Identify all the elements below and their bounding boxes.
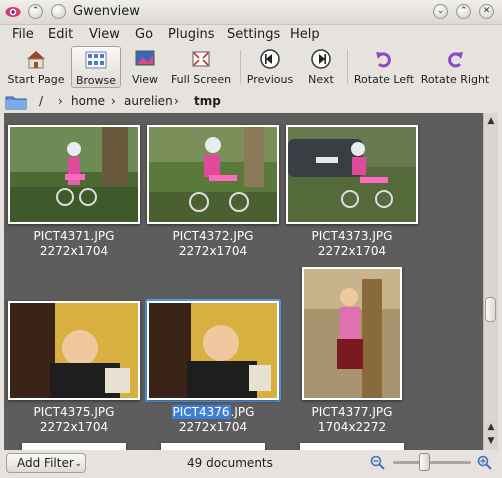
breadcrumb-aurelien[interactable]: aurelien [124,94,173,108]
thumbnail-image[interactable] [8,125,140,224]
minimize-button[interactable]: ⌄ [433,4,448,19]
start-page-button[interactable]: Start Page [6,46,66,88]
file-name-extension: .JPG [230,405,255,419]
image-size: 2272x1704 [39,244,109,258]
chevron-right-icon: › [58,94,63,108]
full-screen-button[interactable]: Full Screen [170,46,232,88]
image-size: 2272x1704 [178,420,248,434]
thumbnail-image[interactable] [22,443,126,450]
breadcrumb-tmp[interactable]: tmp [194,94,221,108]
title-bar: ⌃ Gwenview ⌄ ⌃ ✕ [0,0,502,25]
menu-view[interactable]: View [89,27,120,42]
image-view-icon [135,50,155,66]
zoom-in-icon[interactable] [477,455,493,471]
thumbnail-caption: PICT4375.JPG 2272x1704 [4,405,144,435]
add-filter-button[interactable]: Add Filter ⌄ [6,453,86,473]
menu-edit[interactable]: Edit [48,27,73,42]
grid-icon [85,51,107,69]
thumbnail-image-selected[interactable] [147,301,279,400]
thumbnail-caption: PICT4371.JPG 2272x1704 [4,229,144,259]
menu-settings[interactable]: Settings [227,27,280,42]
window-title: Gwenview [73,4,140,19]
rotate-right-button[interactable]: Rotate Right [421,46,489,88]
vertical-scrollbar[interactable]: ▲ ▲ ▼ [483,113,498,450]
menu-go[interactable]: Go [135,27,153,42]
view-button[interactable]: View [126,46,164,88]
previous-icon [260,49,280,69]
menu-help[interactable]: Help [290,27,320,42]
image-size: 2272x1704 [39,420,109,434]
thumbnail-image[interactable] [286,125,418,224]
rotate-left-button[interactable]: Rotate Left [354,46,414,88]
next-icon [311,49,331,69]
thumbnail-caption: PICT4372.JPG 2272x1704 [143,229,283,259]
close-button[interactable]: ✕ [479,4,494,19]
thumbnail-image[interactable] [147,125,279,224]
scroll-up-icon[interactable]: ▲ [485,421,497,433]
toolbar-separator [347,50,348,84]
folder-icon[interactable] [5,94,27,110]
window-menu-button[interactable] [51,4,66,19]
scrollbar-handle[interactable] [485,297,496,322]
main-toolbar: Start Page Browse View Full Screen Previ… [0,46,502,90]
thumbnail-image[interactable] [8,301,140,400]
maximize-button[interactable]: ⌃ [456,4,471,19]
file-name: PICT4372.JPG [172,229,254,243]
image-size: 2272x1704 [178,244,248,258]
file-name: PICT4377.JPG [311,405,393,419]
thumbnail-image[interactable] [300,443,404,450]
keep-above-button[interactable]: ⌃ [28,4,43,19]
status-bar: Add Filter ⌄ 49 documents [0,450,502,478]
zoom-out-icon[interactable] [370,455,386,471]
thumbnail-image[interactable] [161,443,265,450]
image-size: 2272x1704 [317,244,387,258]
breadcrumb: / › home › aurelien › tmp [0,91,502,113]
scroll-down-icon[interactable]: ▼ [485,435,497,447]
zoom-slider-track[interactable] [393,461,471,464]
zoom-slider-handle[interactable] [419,453,430,471]
chevron-right-icon: › [174,94,179,108]
breadcrumb-home[interactable]: home [71,94,105,108]
breadcrumb-root[interactable]: / [39,94,43,108]
file-name: PICT4375.JPG [33,405,115,419]
rotate-left-icon [376,52,391,68]
file-name: PICT4376.JPG [143,405,283,420]
thumbnail-image[interactable] [302,267,402,400]
rotate-right-icon [448,52,463,68]
menu-file[interactable]: File [12,27,34,42]
thumbnail-caption: PICT4376.JPG 2272x1704 [143,405,283,435]
scroll-up-icon[interactable]: ▲ [485,115,497,127]
document-count: 49 documents [187,456,273,470]
file-name: PICT4371.JPG [33,229,115,243]
thumbnail-caption: PICT4377.JPG 1704x2272 [282,405,422,435]
previous-button[interactable]: Previous [246,46,294,88]
chevron-right-icon: › [111,94,116,108]
image-size: 1704x2272 [317,420,387,434]
next-button[interactable]: Next [303,46,339,88]
gwenview-eye-icon [5,7,21,17]
browse-button[interactable]: Browse [71,46,121,88]
file-name-highlight: PICT4376 [171,405,231,419]
thumbnail-view[interactable]: PICT4371.JPG 2272x1704 PICT4372.JPG 2272… [4,113,483,450]
menu-plugins[interactable]: Plugins [168,27,215,42]
chevron-down-icon: ⌄ [74,459,82,469]
home-icon [27,51,45,69]
toolbar-separator [240,50,241,84]
fullscreen-icon [192,51,210,67]
file-name: PICT4373.JPG [311,229,393,243]
menu-bar: File Edit View Go Plugins Settings Help [0,25,502,45]
thumbnail-caption: PICT4373.JPG 2272x1704 [282,229,422,259]
